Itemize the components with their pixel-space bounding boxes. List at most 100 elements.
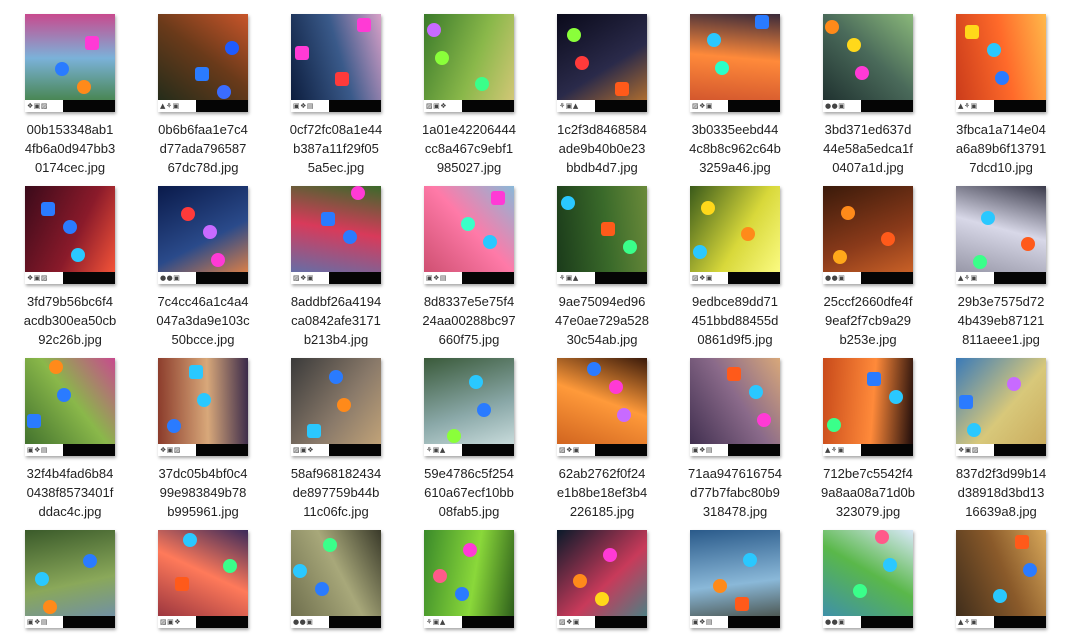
file-thumbnail[interactable]: ❖▣▨ xyxy=(956,358,1046,456)
file-thumbnail[interactable]: ▨❖▣ xyxy=(291,186,381,284)
file-thumbnail[interactable]: ▨❖▣ xyxy=(557,530,647,628)
file-thumbnail[interactable]: ▨▣❖ xyxy=(158,530,248,628)
file-name-label: 3b0335eebd44 4c8b8c962c64b 3259a46.jpg xyxy=(668,120,802,177)
thumbnail-sticker-icon xyxy=(343,230,357,244)
file-name-line: 9edbce89dd71 xyxy=(691,294,779,309)
file-name-label: 37dc05b4bf0c4 99e983849b78 b995961.jpg xyxy=(136,464,270,521)
file-thumbnail-grid: ❖▣▨ 00b153348ab1 4fb6a0d947bb3 0174cec.jpg ▲… xyxy=(0,0,1080,640)
file-thumbnail[interactable]: ●●▣ xyxy=(823,186,913,284)
file-name-line: 92c26b.jpg xyxy=(38,332,102,347)
thumbnail-sticker-icon xyxy=(1015,535,1029,549)
thumbnail-footer-glyphs: ❖▣▨ xyxy=(958,446,980,454)
file-thumbnail[interactable]: ▣❖▤ xyxy=(690,358,780,456)
thumbnail-footer-glyphs: ▨❖▣ xyxy=(692,274,714,282)
file-name-label: 3fd79b56bc6f4 acdb300ea50cb 92c26b.jpg xyxy=(3,292,137,349)
file-thumbnail[interactable]: ●●▣ xyxy=(823,530,913,628)
thumbnail-sticker-icon xyxy=(335,72,349,86)
thumbnail-sticker-icon xyxy=(993,589,1007,603)
thumbnail-sticker-icon xyxy=(27,414,41,428)
file-name-line: 1a01e42206444 xyxy=(422,122,516,137)
file-name-line: ca0842afe3171 xyxy=(291,313,381,328)
thumbnail-sticker-icon xyxy=(197,393,211,407)
thumbnail-sticker-icon xyxy=(351,186,365,200)
file-thumbnail[interactable]: ▨❖▣ xyxy=(690,186,780,284)
file-name-line: 837d2f3d99b14 xyxy=(955,466,1047,481)
thumbnail-footer-strip: ⚘▣▲ xyxy=(557,272,647,284)
file-thumbnail[interactable]: ▲⚘▣ xyxy=(956,186,1046,284)
file-name-label: 9edbce89dd71 451bbd88455d 0861d9f5.jpg xyxy=(668,292,802,349)
file-thumbnail[interactable]: ▨▣❖ xyxy=(291,358,381,456)
thumbnail-footer-glyphs: ▨❖▣ xyxy=(559,618,581,626)
thumbnail-sticker-icon xyxy=(337,398,351,412)
file-name-line: 5a5ec.jpg xyxy=(307,160,365,175)
file-thumbnail[interactable]: ▣❖▤ xyxy=(424,186,514,284)
file-thumbnail[interactable]: ▣❖▤ xyxy=(25,530,115,628)
thumbnail-footer-strip: ▨❖▣ xyxy=(690,272,780,284)
thumbnail-sticker-icon xyxy=(1023,563,1037,577)
file-name-line: 451bbd88455d xyxy=(691,313,779,328)
file-name-line: b213b4.jpg xyxy=(303,332,369,347)
file-thumbnail[interactable]: ▣❖▤ xyxy=(291,14,381,112)
file-thumbnail[interactable]: ⚘▣▲ xyxy=(424,530,514,628)
file-thumbnail[interactable]: ▲⚘▣ xyxy=(956,14,1046,112)
thumbnail-sticker-icon xyxy=(477,403,491,417)
file-name-line: 59e4786c5f254 xyxy=(424,466,514,481)
file-name-line: b387a11f29f05 xyxy=(293,141,379,156)
thumbnail-footer-strip: ❖▣▨ xyxy=(956,444,1046,456)
file-thumbnail[interactable]: ●●▣ xyxy=(823,14,913,112)
file-thumbnail[interactable]: ⚘▣▲ xyxy=(557,14,647,112)
file-name-label: 25ccf2660dfe4f 9eaf2f7cb9a29 b253e.jpg xyxy=(801,292,935,349)
file-thumbnail[interactable]: ▲⚘▣ xyxy=(956,530,1046,628)
file-name-line: b253e.jpg xyxy=(839,332,897,347)
file-name-line: 47e0ae729a528 xyxy=(555,313,649,328)
thumbnail-sticker-icon xyxy=(743,553,757,567)
file-thumbnail[interactable]: ❖▣▨ xyxy=(158,358,248,456)
thumbnail-sticker-icon xyxy=(35,572,49,586)
thumbnail-footer-strip: ●●▣ xyxy=(158,272,248,284)
file-thumbnail[interactable]: ❖▣▨ xyxy=(25,186,115,284)
thumbnail-footer-glyphs: ▨▣❖ xyxy=(426,102,448,110)
thumbnail-footer-strip: ▨▣❖ xyxy=(424,100,514,112)
file-thumbnail[interactable]: ▨❖▣ xyxy=(690,14,780,112)
thumbnail-sticker-icon xyxy=(469,375,483,389)
thumbnail-footer-glyphs: ●●▣ xyxy=(825,618,846,626)
thumbnail-sticker-icon xyxy=(973,255,987,269)
thumbnail-footer-glyphs: ⚘▣▲ xyxy=(559,274,579,282)
thumbnail-sticker-icon xyxy=(603,548,617,562)
thumbnail-footer-strip: ●●▣ xyxy=(823,616,913,628)
file-name-line: 71aa947616754 xyxy=(688,466,782,481)
thumbnail-sticker-icon xyxy=(433,569,447,583)
file-name-label: 59e4786c5f254 610a67ecf10bb 08fab5.jpg xyxy=(402,464,536,521)
thumbnail-sticker-icon xyxy=(293,564,307,578)
file-thumbnail[interactable]: ▲⚘▣ xyxy=(823,358,913,456)
file-thumbnail[interactable]: ❖▣▨ xyxy=(25,14,115,112)
file-name-line: de897759b44b xyxy=(292,485,380,500)
thumbnail-sticker-icon xyxy=(735,597,749,611)
file-thumbnail[interactable]: ▣❖▤ xyxy=(25,358,115,456)
file-name-line: 9ae75094ed96 xyxy=(558,294,646,309)
thumbnail-sticker-icon xyxy=(57,388,71,402)
thumbnail-footer-strip: ▨❖▣ xyxy=(557,444,647,456)
file-name-line: 9a8aa08a71d0b xyxy=(821,485,915,500)
thumbnail-sticker-icon xyxy=(43,600,57,614)
file-thumbnail[interactable]: ▣❖▤ xyxy=(690,530,780,628)
file-thumbnail[interactable]: ●●▣ xyxy=(291,530,381,628)
thumbnail-sticker-icon xyxy=(321,212,335,226)
file-name-line: 7dcd10.jpg xyxy=(969,160,1033,175)
thumbnail-footer-glyphs: ●●▣ xyxy=(825,274,846,282)
thumbnail-footer-strip: ●●▣ xyxy=(823,100,913,112)
file-thumbnail[interactable]: ●●▣ xyxy=(158,186,248,284)
file-thumbnail[interactable]: ▨▣❖ xyxy=(424,14,514,112)
file-thumbnail[interactable]: ⚘▣▲ xyxy=(557,186,647,284)
file-name-line: 610a67ecf10bb xyxy=(424,485,514,500)
thumbnail-sticker-icon xyxy=(595,592,609,606)
thumbnail-sticker-icon xyxy=(749,385,763,399)
file-thumbnail[interactable]: ▨❖▣ xyxy=(557,358,647,456)
thumbnail-footer-glyphs: ⚘▣▲ xyxy=(559,102,579,110)
file-name-line: ddac4c.jpg xyxy=(38,504,102,519)
file-thumbnail[interactable]: ▲⚘▣ xyxy=(158,14,248,112)
file-thumbnail[interactable]: ⚘▣▲ xyxy=(424,358,514,456)
thumbnail-sticker-icon xyxy=(883,558,897,572)
file-name-line: 4b439eb87121 xyxy=(957,313,1045,328)
file-name-line: 8d8337e5e75f4 xyxy=(423,294,515,309)
